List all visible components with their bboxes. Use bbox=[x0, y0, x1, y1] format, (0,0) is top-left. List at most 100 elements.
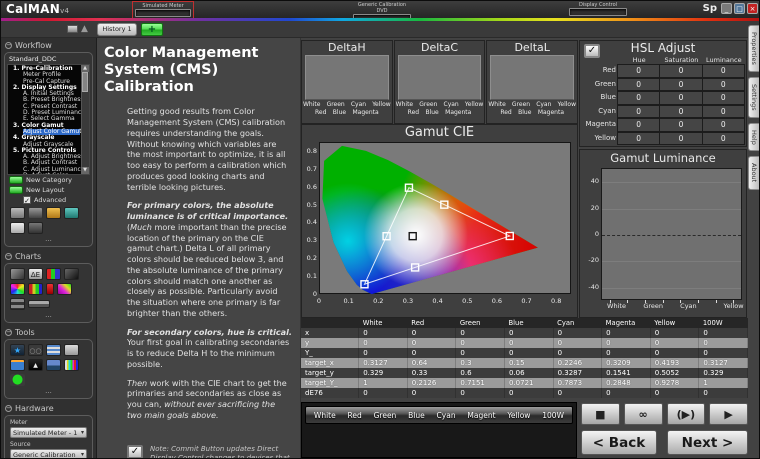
lum-y-tick-label: -20 bbox=[582, 256, 599, 264]
test-color-button-magent[interactable]: Magent bbox=[467, 411, 495, 420]
table-cell: 0 bbox=[602, 388, 651, 398]
hsl-value-cell[interactable]: 0 bbox=[702, 78, 745, 92]
add-tab-button[interactable]: + bbox=[141, 23, 163, 36]
hsl-value-cell[interactable]: 0 bbox=[702, 91, 745, 105]
delta-charts: DeltaHWhiteGreenCyanYellowRedBlueMagenta… bbox=[301, 40, 578, 124]
charts-more[interactable]: ... bbox=[7, 312, 90, 320]
workflow-section-header[interactable]: − Workflow bbox=[1, 38, 96, 52]
teal-folder-icon[interactable] bbox=[64, 207, 79, 219]
hsl-value-cell[interactable]: 0 bbox=[702, 105, 745, 119]
hsl-value-cell[interactable]: 0 bbox=[659, 64, 702, 78]
commit-checkbox[interactable]: ✓ bbox=[127, 445, 143, 459]
hsl-value-cell[interactable]: 0 bbox=[617, 91, 660, 105]
workflow-more[interactable]: ... bbox=[7, 236, 90, 244]
links-tool-icon[interactable]: ○○ bbox=[28, 344, 43, 356]
hsl-value-cell[interactable]: 0 bbox=[702, 64, 745, 78]
gamut-luminance-panel: Gamut Luminance 40200-20-40WhiteGreenCya… bbox=[579, 149, 747, 318]
next-button[interactable]: Next > bbox=[667, 430, 748, 455]
hsl-value-cell[interactable]: 0 bbox=[659, 105, 702, 119]
tab-properties[interactable]: Properties bbox=[748, 25, 759, 72]
new-category-button[interactable]: New Category bbox=[7, 175, 90, 185]
tab-settings[interactable]: Settings bbox=[748, 77, 759, 118]
chart-deltae-icon[interactable]: ΔE bbox=[28, 268, 43, 280]
scroll-down-icon[interactable]: ▼ bbox=[81, 167, 89, 174]
image-tool-icon[interactable] bbox=[10, 359, 25, 371]
test-color-button-white[interactable]: White bbox=[314, 411, 336, 420]
stop-button[interactable]: ■ bbox=[581, 403, 620, 425]
hsl-value-cell[interactable]: 0 bbox=[659, 91, 702, 105]
window-tool-icon[interactable] bbox=[46, 344, 61, 356]
back-button[interactable]: < Back bbox=[581, 430, 657, 455]
chart-spectrum-icon[interactable] bbox=[57, 283, 72, 295]
chart-dark-icon[interactable] bbox=[64, 268, 79, 280]
books-icon[interactable] bbox=[28, 207, 43, 219]
meter-select[interactable]: Simulated Meter - 1 ▾ bbox=[10, 427, 87, 438]
landscape-tool-icon[interactable] bbox=[46, 359, 61, 371]
charts-section-header[interactable]: − Charts bbox=[1, 249, 96, 263]
lum-x-tick bbox=[716, 300, 717, 303]
page-icon[interactable] bbox=[10, 222, 25, 234]
hsl-value-cell[interactable]: 0 bbox=[617, 64, 660, 78]
open-folder-icon[interactable] bbox=[46, 207, 61, 219]
test-color-button-100w[interactable]: 100W bbox=[542, 411, 564, 420]
tab-about[interactable]: About bbox=[748, 156, 759, 189]
test-color-button-yellow[interactable]: Yellow bbox=[507, 411, 530, 420]
hardware-section-header[interactable]: − Hardware bbox=[1, 401, 96, 415]
scroll-up-icon[interactable]: ▲ bbox=[81, 65, 89, 72]
printer-icon[interactable] bbox=[67, 25, 78, 33]
collapse-icon[interactable]: − bbox=[5, 405, 12, 412]
advanced-checkbox[interactable]: ✓ Advanced bbox=[23, 196, 90, 204]
wand-icon[interactable] bbox=[10, 207, 25, 219]
workflow-tree-item[interactable]: D. Adjust Color bbox=[23, 173, 80, 175]
test-color-button-red[interactable]: Red bbox=[348, 411, 362, 420]
read-button[interactable]: ▶ bbox=[709, 403, 748, 425]
chart-rgb-bars-icon[interactable] bbox=[46, 268, 61, 280]
chart-cie-gamut-icon[interactable] bbox=[10, 283, 25, 295]
arrow-up-icon[interactable]: ▲ bbox=[81, 23, 88, 35]
minimize-button[interactable]: _ bbox=[721, 3, 732, 14]
tree-scroll-thumb[interactable] bbox=[82, 72, 88, 92]
colorbars-tool-icon[interactable] bbox=[64, 359, 79, 371]
source-select[interactable]: Generic Calibration ▾ bbox=[10, 449, 87, 459]
green-circle-tool-icon[interactable]: ● bbox=[10, 374, 25, 386]
tools-section-header[interactable]: − Tools bbox=[1, 325, 96, 339]
hsl-value-cell[interactable]: 0 bbox=[702, 132, 745, 146]
tree-scrollbar[interactable]: ▲▼ bbox=[81, 65, 89, 174]
table-cell: 0 bbox=[504, 388, 553, 398]
chart-door-icon[interactable] bbox=[10, 268, 25, 280]
star-tool-icon[interactable]: ★ bbox=[10, 344, 25, 356]
test-pattern-panel: White Red Green Blue Cyan Magent Yellow 100W bbox=[301, 402, 577, 458]
document-tool-icon[interactable] bbox=[64, 344, 79, 356]
hsl-value-cell[interactable]: 0 bbox=[702, 118, 745, 132]
new-layout-button[interactable]: New Layout bbox=[7, 185, 90, 195]
hsl-value-cell[interactable]: 0 bbox=[659, 118, 702, 132]
hsl-value-cell[interactable]: 0 bbox=[617, 105, 660, 119]
test-color-button-cyan[interactable]: Cyan bbox=[437, 411, 456, 420]
tab-history-1[interactable]: History 1 bbox=[97, 23, 137, 36]
collapse-icon[interactable]: − bbox=[5, 329, 12, 336]
read-series-button[interactable]: (▶) bbox=[667, 403, 706, 425]
hsl-value-cell[interactable]: 0 bbox=[617, 118, 660, 132]
collapse-icon[interactable]: − bbox=[5, 253, 12, 260]
tab-help[interactable]: Help bbox=[748, 123, 759, 152]
cie-x-tick-label: 0.6 bbox=[492, 297, 502, 305]
chart-color-levels-icon[interactable] bbox=[28, 283, 43, 295]
close-button[interactable]: × bbox=[747, 3, 758, 14]
histogram-tool-icon[interactable]: ▲ bbox=[28, 359, 43, 371]
chart-thermometer-icon[interactable] bbox=[46, 283, 54, 295]
chart-table2-icon[interactable] bbox=[28, 300, 50, 308]
cie-x-tick-label: 0.4 bbox=[432, 297, 442, 305]
hsl-value-cell[interactable]: 0 bbox=[659, 78, 702, 92]
hsl-value-cell[interactable]: 0 bbox=[659, 132, 702, 146]
test-color-button-green[interactable]: Green bbox=[374, 411, 397, 420]
test-color-button-blue[interactable]: Blue bbox=[408, 411, 425, 420]
hsl-value-cell[interactable]: 0 bbox=[617, 132, 660, 146]
hsl-row-label: Blue bbox=[582, 91, 618, 105]
maximize-button[interactable]: □ bbox=[734, 3, 745, 14]
continuous-read-button[interactable]: ∞ bbox=[624, 403, 663, 425]
tools-more[interactable]: ... bbox=[7, 388, 90, 396]
chart-table1-icon[interactable] bbox=[10, 298, 25, 310]
collapse-icon[interactable]: − bbox=[5, 42, 12, 49]
save-floppy-icon[interactable] bbox=[28, 222, 43, 234]
hsl-value-cell[interactable]: 0 bbox=[617, 78, 660, 92]
